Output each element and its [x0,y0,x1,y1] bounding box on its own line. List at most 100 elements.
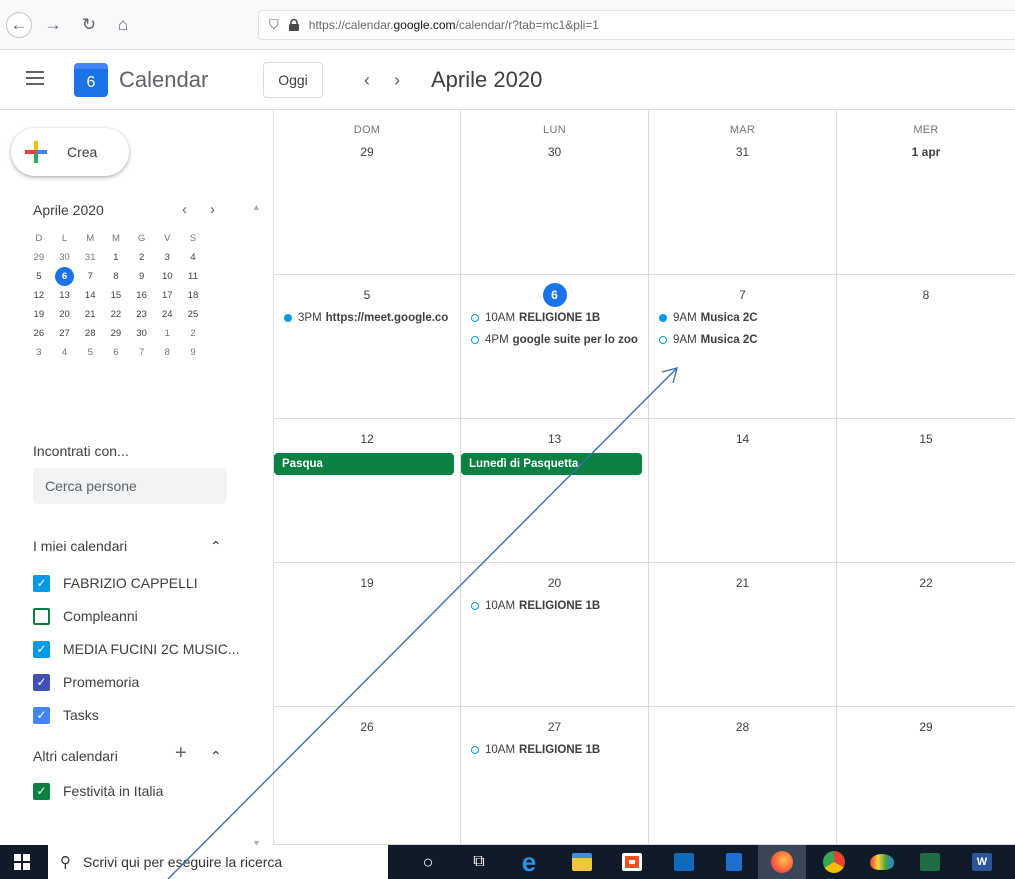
mini-day[interactable]: 8 [154,343,180,362]
calendar-list-item[interactable]: ✓ FABRIZIO CAPPELLI [33,572,198,594]
day-number[interactable]: 29 [274,140,460,164]
day-cell[interactable]: DOM 29 [274,110,461,274]
mini-next-chevron-icon[interactable]: › [210,201,215,218]
mini-day[interactable]: 3 [154,248,180,267]
day-number[interactable]: 13 [461,427,648,451]
mini-day[interactable]: 10 [154,267,180,286]
event-chip[interactable]: 9AM Musica 2C [649,307,836,329]
reload-icon[interactable]: ↻ [76,12,102,38]
windows-start-icon[interactable] [14,854,30,870]
mini-day[interactable]: 22 [103,305,129,324]
mini-day[interactable]: 30 [52,248,78,267]
firefox-icon[interactable] [758,845,806,879]
cortana-icon[interactable]: ○ [416,850,440,874]
event-chip[interactable]: 3PM https://meet.google.co [274,307,460,329]
day-cell[interactable]: 5 3PM https://meet.google.co [274,275,461,418]
mini-day[interactable]: 16 [129,286,155,305]
day-number[interactable]: 1 apr [837,140,1015,164]
collapse-chevron-up-icon[interactable]: ⌃ [210,538,222,555]
all-day-event[interactable]: Pasqua [274,453,454,475]
checkbox-checked-icon[interactable]: ✓ [33,640,50,658]
mini-day[interactable]: 27 [52,324,78,343]
checkbox-checked-icon[interactable]: ✓ [33,673,50,691]
mini-day[interactable]: 14 [77,286,103,305]
event-chip[interactable]: 9AM Musica 2C [649,329,836,351]
mini-day[interactable]: 30 [129,324,155,343]
mini-day[interactable]: 29 [26,248,52,267]
mini-day[interactable]: 2 [180,324,206,343]
day-number[interactable]: 28 [649,715,836,739]
checkbox-checked-icon[interactable]: ✓ [33,782,50,800]
mini-day[interactable]: 24 [154,305,180,324]
day-cell[interactable]: 29 [837,707,1015,844]
day-cell[interactable]: 13 Lunedì di Pasquetta [461,419,649,562]
collapse-chevron-up-icon[interactable]: ⌃ [210,748,222,765]
chrome-icon[interactable] [822,850,846,874]
create-button[interactable]: Crea [11,128,129,176]
mini-day[interactable]: 9 [129,267,155,286]
checkbox-unchecked-icon[interactable] [33,607,50,625]
file-explorer-icon[interactable] [570,850,594,874]
day-cell[interactable]: 20 10AM RELIGIONE 1B [461,563,649,706]
day-number[interactable]: 14 [649,427,836,451]
mini-day[interactable]: 29 [103,324,129,343]
day-cell[interactable]: 19 [274,563,461,706]
day-number[interactable]: 20 [461,571,648,595]
mini-day[interactable]: 31 [77,248,103,267]
excel-icon[interactable] [918,850,942,874]
mini-day[interactable]: 8 [103,267,129,286]
day-number[interactable]: 7 [649,283,836,307]
store-icon[interactable] [620,850,644,874]
mini-day[interactable]: 13 [52,286,78,305]
calendar-logo-icon[interactable]: 6 [74,63,108,97]
day-cell[interactable]: 22 [837,563,1015,706]
mini-day[interactable]: 6 [103,343,129,362]
day-cell[interactable]: 28 [649,707,837,844]
mini-day[interactable]: 26 [26,324,52,343]
day-cell[interactable]: LUN 30 [461,110,649,274]
other-calendars-title[interactable]: Altri calendari [33,748,118,764]
day-number[interactable]: 19 [274,571,460,595]
day-number[interactable]: 29 [837,715,1015,739]
mini-day[interactable]: 23 [129,305,155,324]
day-number[interactable]: 31 [649,140,836,164]
day-cell[interactable]: 6 10AM RELIGIONE 1B 4PM google suite per lo … [461,275,649,418]
word-icon[interactable]: W [970,850,994,874]
day-cell[interactable]: MAR 31 [649,110,837,274]
mini-day[interactable]: 28 [77,324,103,343]
checkbox-checked-icon[interactable]: ✓ [33,706,50,724]
day-cell[interactable]: 7 9AM Musica 2C 9AM Musica 2C [649,275,837,418]
day-cell[interactable]: 12 Pasqua [274,419,461,562]
day-number[interactable]: 8 [837,283,1015,307]
media-player-icon[interactable] [722,850,746,874]
mini-day[interactable]: 1 [103,248,129,267]
event-chip[interactable]: 10AM RELIGIONE 1B [461,307,648,329]
day-cell[interactable]: 21 [649,563,837,706]
mail-icon[interactable] [672,850,696,874]
paint-icon[interactable] [870,850,894,874]
hamburger-menu-icon[interactable] [26,71,44,85]
home-icon[interactable]: ⌂ [110,12,136,38]
day-cell[interactable]: 26 [274,707,461,844]
mini-day[interactable]: 15 [103,286,129,305]
day-cell[interactable]: 8 [837,275,1015,418]
mini-day[interactable]: 7 [129,343,155,362]
day-number[interactable]: 27 [461,715,648,739]
mini-day[interactable]: 17 [154,286,180,305]
day-cell[interactable]: MER 1 apr [837,110,1015,274]
next-period-chevron-icon[interactable]: › [385,66,409,94]
calendar-list-item[interactable]: ✓ Tasks [33,704,99,726]
mini-day[interactable]: 18 [180,286,206,305]
mini-day[interactable]: 21 [77,305,103,324]
checkbox-checked-icon[interactable]: ✓ [33,574,50,592]
back-arrow-icon[interactable]: ← [6,12,32,38]
forward-arrow-icon[interactable]: → [40,12,66,38]
prev-period-chevron-icon[interactable]: ‹ [355,66,379,94]
add-calendar-plus-icon[interactable]: + [175,742,187,765]
mini-day[interactable]: 19 [26,305,52,324]
today-button[interactable]: Oggi [263,62,323,98]
day-number-today[interactable]: 6 [461,283,648,307]
search-people-input[interactable] [33,468,227,504]
mini-prev-chevron-icon[interactable]: ‹ [182,201,187,218]
taskbar-search-box[interactable]: ⚲ Scrivi qui per eseguire la ricerca [48,845,388,879]
